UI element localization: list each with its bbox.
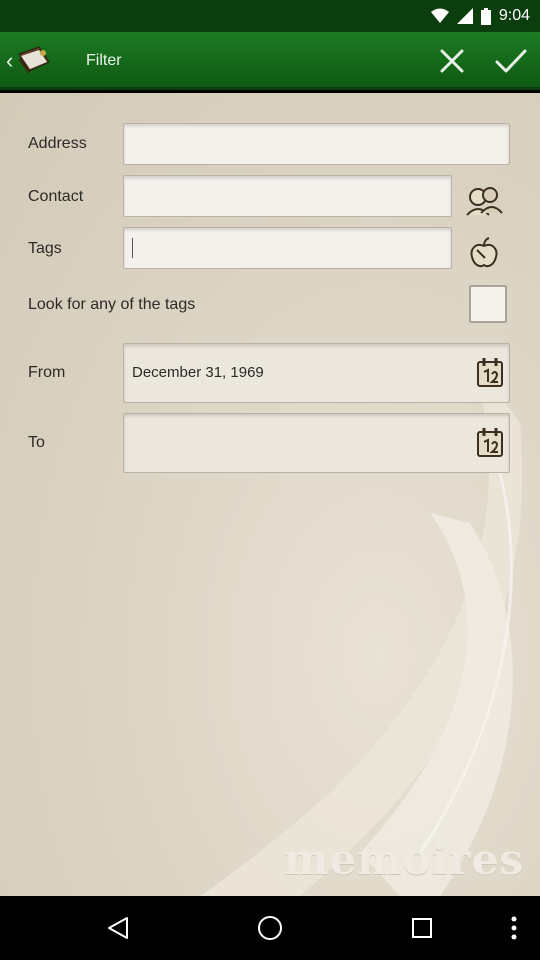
pick-contact-button[interactable]	[462, 183, 506, 219]
page-title: Filter	[86, 52, 122, 69]
status-icons: 9:04	[430, 0, 530, 32]
tag-apple-icon	[470, 237, 498, 268]
close-icon	[440, 49, 464, 73]
triangle-back-icon	[108, 917, 128, 939]
status-time: 9:04	[498, 7, 530, 24]
more-vert-icon	[511, 916, 517, 940]
confirm-button[interactable]	[489, 40, 533, 82]
contact-label: Contact	[28, 188, 84, 205]
nav-recents-button[interactable]	[402, 912, 442, 944]
address-input[interactable]	[123, 123, 510, 165]
action-bar: ‹ Filter	[0, 32, 540, 90]
tags-input[interactable]	[123, 227, 452, 269]
chevron-left-icon: ‹	[6, 48, 14, 73]
battery-icon	[480, 7, 491, 25]
from-date-field[interactable]: December 31, 1969	[123, 343, 510, 403]
calendar-icon	[477, 358, 503, 387]
from-date-value: December 31, 1969	[132, 364, 264, 381]
status-bar: 9:04	[0, 0, 540, 32]
checkmark-icon	[495, 49, 527, 73]
nav-back-button[interactable]	[98, 912, 138, 944]
any-tags-label: Look for any of the tags	[28, 296, 196, 313]
from-label: From	[28, 364, 66, 381]
calendar-icon	[477, 428, 503, 457]
to-label: To	[28, 434, 45, 451]
text-cursor	[132, 238, 133, 258]
back-button[interactable]: ‹	[6, 40, 66, 82]
contact-input[interactable]	[123, 175, 452, 217]
to-date-field[interactable]	[123, 413, 510, 473]
circle-home-icon	[258, 916, 282, 940]
signal-icon	[456, 8, 473, 24]
tags-label: Tags	[28, 240, 62, 257]
from-calendar-button[interactable]	[475, 356, 505, 388]
navigation-bar	[0, 896, 540, 960]
app-watermark: memoires	[284, 835, 525, 884]
pick-tags-button[interactable]	[464, 235, 504, 271]
any-tags-checkbox[interactable]	[469, 285, 507, 323]
book-icon	[18, 46, 51, 74]
square-recents-icon	[412, 918, 432, 938]
to-calendar-button[interactable]	[475, 426, 505, 458]
nav-home-button[interactable]	[250, 912, 290, 944]
address-label: Address	[28, 135, 87, 152]
filter-form: Address Contact Tags Look for any of the…	[0, 93, 540, 896]
nav-more-button[interactable]	[494, 912, 534, 944]
wifi-icon	[430, 8, 449, 23]
cancel-button[interactable]	[430, 40, 474, 82]
contacts-icon	[466, 187, 503, 216]
